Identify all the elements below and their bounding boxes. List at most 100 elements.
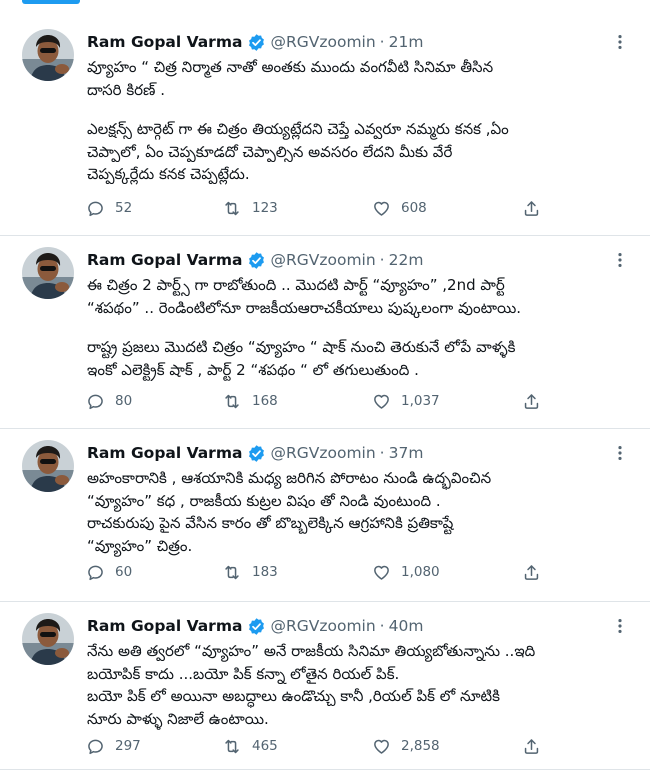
heart-icon xyxy=(372,737,391,756)
tweet-text-line: బయో పిక్ లో అయినా అబద్ధాలు ఉండొచ్చు కానీ… xyxy=(87,687,500,705)
reply-icon xyxy=(86,392,105,411)
retweet-button[interactable]: 465 xyxy=(222,737,278,756)
tweet-text-line: “వ్యూహం” చిత్రం. xyxy=(87,536,193,555)
active-tab-indicator xyxy=(22,0,80,4)
tweet-header: Ram Gopal Varma @RGVzoomin · 21m xyxy=(87,30,630,54)
verified-badge-icon xyxy=(247,617,266,636)
tweet-text-line: ఇంకో ఎలెక్ట్రిక్ షాక్ , పార్ట్ 2 “శపథం “… xyxy=(87,360,419,379)
tweet[interactable]: Ram Gopal Varma @RGVzoomin · 21m వ్యూహం “ చి… xyxy=(0,18,650,236)
tweet-text-line: ఈ చిత్రం 2 పార్ట్స్ గా రాబోతుంది .. మొదట… xyxy=(87,276,505,294)
separator-dot: · xyxy=(379,33,385,51)
share-button[interactable] xyxy=(522,737,541,756)
like-count: 1,080 xyxy=(401,564,440,580)
retweet-icon xyxy=(222,199,242,218)
share-button[interactable] xyxy=(522,199,541,218)
avatar[interactable] xyxy=(22,613,74,665)
tweet[interactable]: Ram Gopal Varma @RGVzoomin · 37m అహంకారానికి… xyxy=(0,429,650,602)
reply-button[interactable]: 80 xyxy=(86,392,132,411)
share-icon xyxy=(522,199,541,218)
author-name[interactable]: Ram Gopal Varma xyxy=(87,617,242,635)
tweet-text-line: రాచకురుపు పైన వేసిన కారం తో బొబ్బలెక్కిన… xyxy=(87,514,454,532)
author-name[interactable]: Ram Gopal Varma xyxy=(87,444,242,462)
more-icon[interactable] xyxy=(610,250,630,270)
avatar[interactable] xyxy=(22,440,74,492)
author-name[interactable]: Ram Gopal Varma xyxy=(87,251,242,269)
reply-button[interactable]: 52 xyxy=(86,199,132,218)
reply-button[interactable]: 60 xyxy=(86,563,132,582)
like-button[interactable]: 1,080 xyxy=(372,563,440,582)
author-handle[interactable]: @RGVzoomin xyxy=(270,33,375,51)
like-count: 608 xyxy=(401,200,427,216)
author-handle[interactable]: @RGVzoomin xyxy=(270,444,375,462)
author-handle[interactable]: @RGVzoomin xyxy=(270,617,375,635)
retweet-button[interactable]: 183 xyxy=(222,563,278,582)
heart-icon xyxy=(372,199,391,218)
tweet-header: Ram Gopal Varma @RGVzoomin · 22m xyxy=(87,248,630,272)
like-count: 1,037 xyxy=(401,393,440,409)
share-icon xyxy=(522,563,541,582)
more-icon[interactable] xyxy=(610,32,630,52)
tweet-text-line: చెప్పాలో, ఏం చెప్పకూడదో చెప్పాల్సిన అవసర… xyxy=(87,142,453,161)
tweet-timestamp[interactable]: 37m xyxy=(389,444,424,462)
tweet-text-line: “శపథం” .. రెండింటిలోనూ రాజకీయఆరాచకీయాలు … xyxy=(87,298,522,317)
reply-icon xyxy=(86,563,105,582)
retweet-icon xyxy=(222,563,242,582)
tweet-timestamp[interactable]: 40m xyxy=(389,617,424,635)
reply-icon xyxy=(86,199,105,218)
tweet-text-line: అహంకారానికి , ఆశయానికి మధ్య జరిగిన పోరాట… xyxy=(87,469,492,487)
retweet-count: 123 xyxy=(252,200,278,216)
heart-icon xyxy=(372,563,391,582)
separator-dot: · xyxy=(379,617,385,635)
tweet[interactable]: Ram Gopal Varma @RGVzoomin · 40m నేను అతి త్… xyxy=(0,602,650,770)
reply-count: 52 xyxy=(115,200,133,216)
tweet-text-line: వ్యూహం “ చిత్ర నిర్మాత నాతో అంతకు ముందు … xyxy=(87,58,494,76)
tweet[interactable]: Ram Gopal Varma @RGVzoomin · 22m ఈ చిత్రం 2 … xyxy=(0,236,650,429)
tweet-text-line: దాసరి కిరణ్ . xyxy=(87,80,165,99)
reply-button[interactable]: 297 xyxy=(86,737,141,756)
retweet-button[interactable]: 123 xyxy=(222,199,278,218)
more-icon[interactable] xyxy=(610,443,630,463)
retweet-icon xyxy=(222,737,242,756)
avatar[interactable] xyxy=(22,247,74,299)
retweet-button[interactable]: 168 xyxy=(222,392,278,411)
like-button[interactable]: 608 xyxy=(372,199,427,218)
tweet-text-line: రాష్ట్ర ప్రజలు మొదటి చిత్రం “వ్యూహం “ షా… xyxy=(87,338,516,356)
retweet-count: 168 xyxy=(252,393,278,409)
separator-dot: · xyxy=(379,444,385,462)
tweet-header: Ram Gopal Varma @RGVzoomin · 40m xyxy=(87,614,630,638)
tweet-text: అహంకారానికి , ఆశయానికి మధ్య జరిగిన పోరాట… xyxy=(87,467,636,557)
like-button[interactable]: 2,858 xyxy=(372,737,440,756)
tweet-text: వ్యూహం “ చిత్ర నిర్మాత నాతో అంతకు ముందు … xyxy=(87,56,636,186)
retweet-count: 465 xyxy=(252,738,278,754)
verified-badge-icon xyxy=(247,444,266,463)
tweet-timestamp[interactable]: 21m xyxy=(389,33,424,51)
share-button[interactable] xyxy=(522,563,541,582)
separator-dot: · xyxy=(379,251,385,269)
tweet-text: నేను అతి త్వరలో “వ్యూహం” అనే రాజకీయ సిని… xyxy=(87,640,636,730)
tweet-text-line: చెప్పక్కర్లేదు కనక చెప్పట్లేదు. xyxy=(87,165,250,183)
reply-icon xyxy=(86,737,105,756)
tweet-text-line: నూరు పాళ్ళు నిజాలే ఉంటాయి. xyxy=(87,709,269,728)
tweet-text-line: “వ్యూహం” కధ , రాజకీయ కుట్రల విషం తో నిండ… xyxy=(87,491,441,510)
more-icon[interactable] xyxy=(610,616,630,636)
tweet-text-line: బయోపిక్ కాదు ...బయో పిక్ కన్నా లోతైన రియ… xyxy=(87,664,400,683)
like-button[interactable]: 1,037 xyxy=(372,392,440,411)
reply-count: 80 xyxy=(115,393,133,409)
reply-count: 297 xyxy=(115,738,141,754)
author-handle[interactable]: @RGVzoomin xyxy=(270,251,375,269)
share-icon xyxy=(522,737,541,756)
like-count: 2,858 xyxy=(401,738,440,754)
tweet-header: Ram Gopal Varma @RGVzoomin · 37m xyxy=(87,441,630,465)
heart-icon xyxy=(372,392,391,411)
retweet-count: 183 xyxy=(252,564,278,580)
retweet-icon xyxy=(222,392,242,411)
verified-badge-icon xyxy=(247,251,266,270)
avatar[interactable] xyxy=(22,29,74,81)
tweet-timestamp[interactable]: 22m xyxy=(389,251,424,269)
verified-badge-icon xyxy=(247,33,266,52)
tweet-text-line: ఎలక్షన్స్ టార్గెట్ గా ఈ చిత్రం తియ్యట్లే… xyxy=(87,120,509,138)
author-name[interactable]: Ram Gopal Varma xyxy=(87,33,242,51)
share-button[interactable] xyxy=(522,392,541,411)
